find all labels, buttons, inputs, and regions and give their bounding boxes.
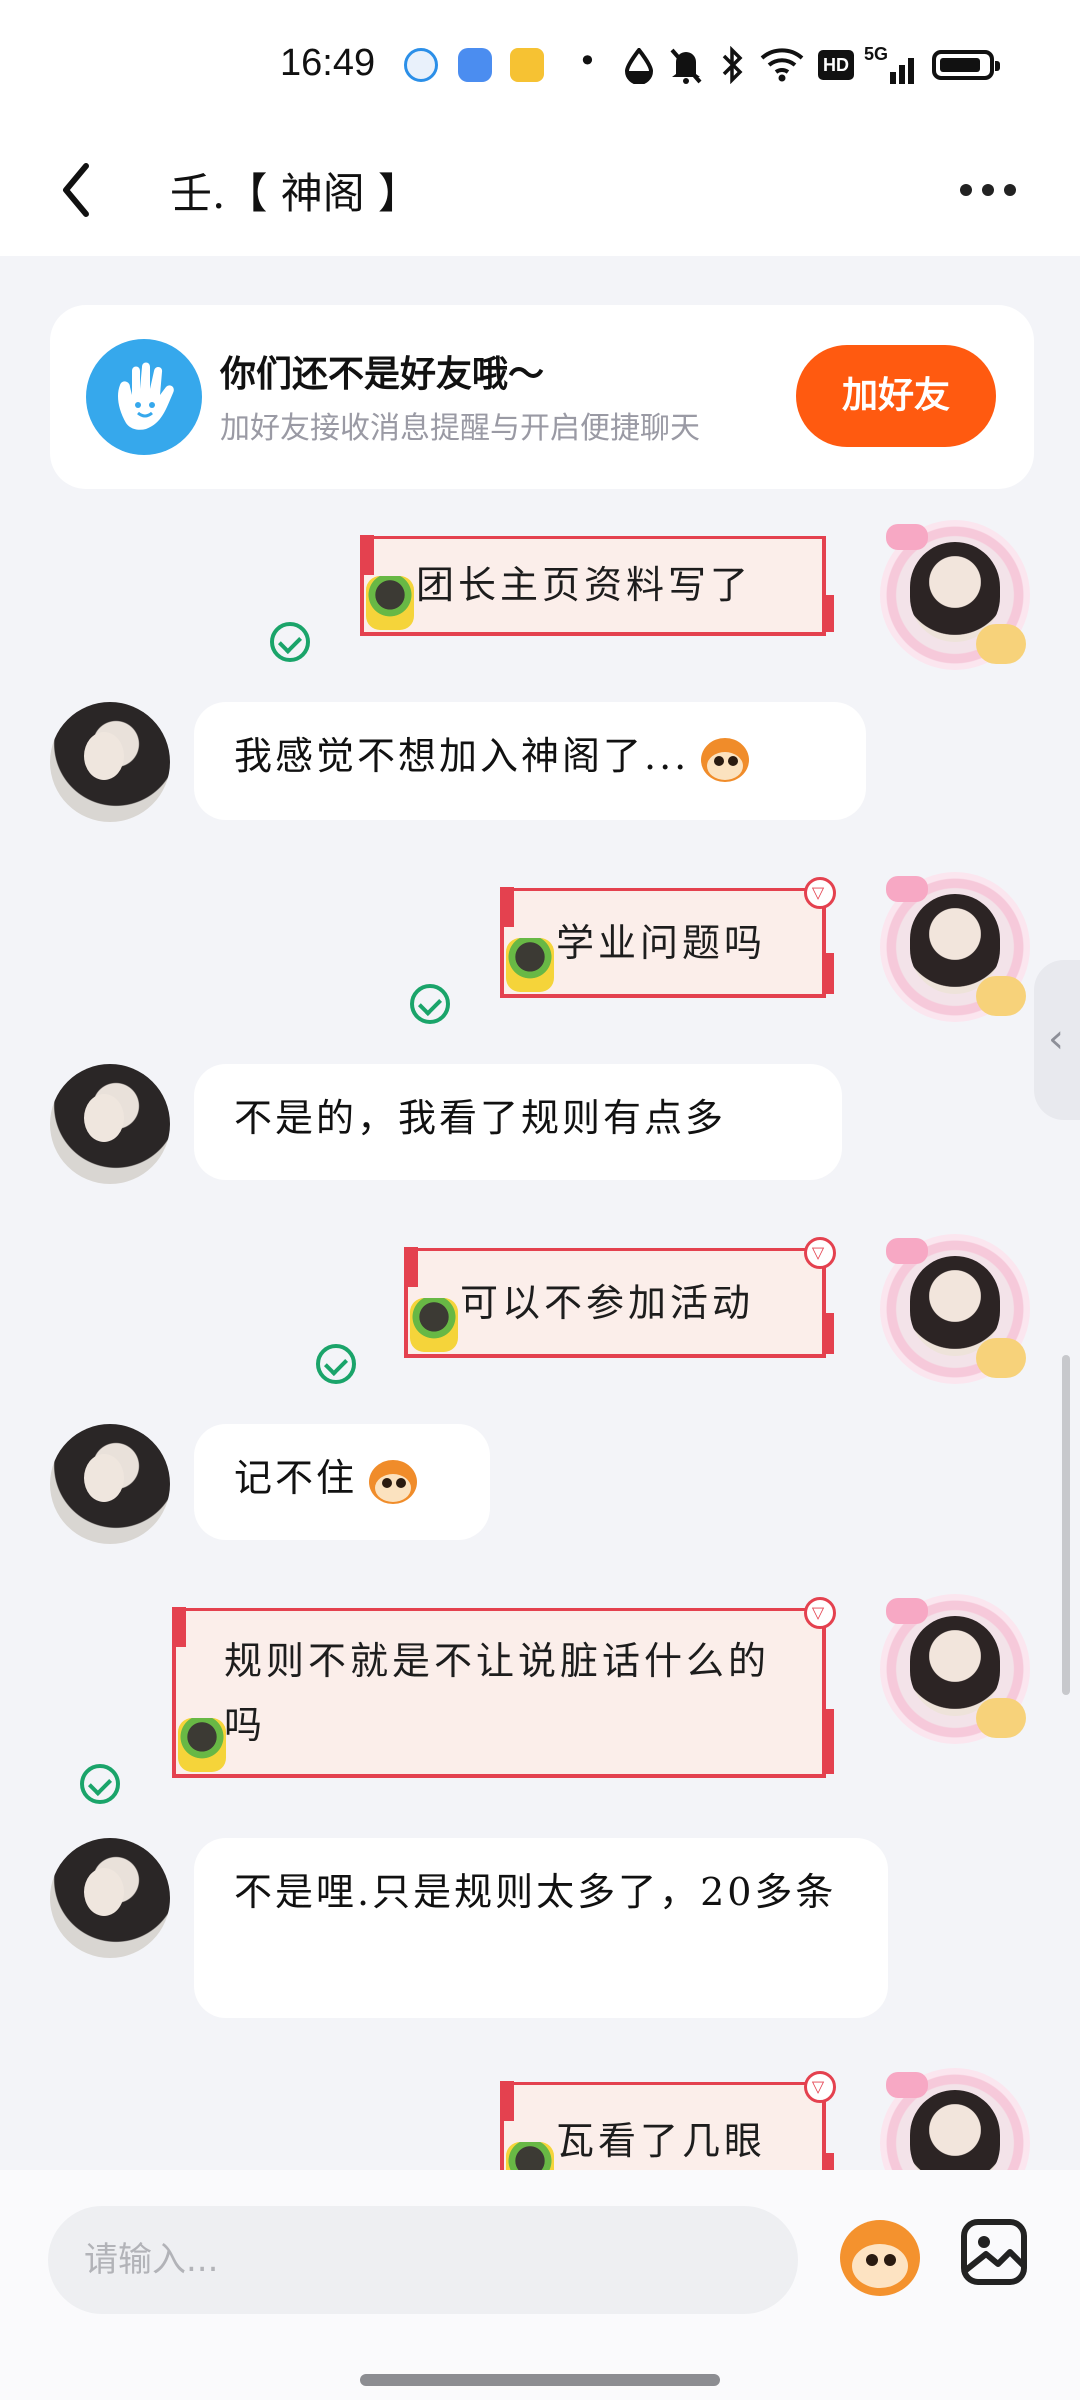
home-indicator[interactable] <box>360 2374 720 2386</box>
my-avatar[interactable] <box>880 1594 1030 1744</box>
contact-avatar[interactable] <box>50 1838 170 1958</box>
message-text: 可以不参加活动 <box>460 1281 755 1325</box>
contact-avatar[interactable] <box>50 702 170 822</box>
my-avatar[interactable] <box>880 872 1030 1022</box>
banner-title: 你们还不是好友哦～ <box>220 354 545 395</box>
my-avatar[interactable] <box>880 1234 1030 1384</box>
read-check-icon <box>410 984 450 1024</box>
contact-message-bubble[interactable]: 不是哩.只是规则太多了，20多条 <box>194 1838 888 2018</box>
message-text: 不是哩.只是规则太多了，20多条 <box>234 1870 837 1914</box>
read-check-icon <box>270 622 310 662</box>
message-text: 规则不就是不让说脏话什么的吗 <box>224 1639 771 1747</box>
my-avatar[interactable] <box>880 520 1030 670</box>
message-text: 记不住 <box>234 1456 358 1500</box>
add-friend-banner: 你们还不是好友哦～ 加好友接收消息提醒与开启便捷聊天 加好友 <box>50 305 1034 489</box>
image-icon <box>961 2219 1027 2285</box>
message-text: 我感觉不想加入神阁了... <box>234 734 690 778</box>
bubble-mascot-icon <box>506 938 554 992</box>
input-bar <box>0 2170 1080 2400</box>
chevron-left-icon: ‹ <box>1048 1016 1064 1062</box>
monkey-emoji-icon <box>695 734 755 786</box>
my-message-bubble[interactable]: 团长主页资料写了 <box>360 535 834 636</box>
contact-avatar[interactable] <box>50 1064 170 1184</box>
read-check-icon <box>80 1764 120 1804</box>
contact-message-bubble[interactable]: 不是的，我看了规则有点多 <box>194 1064 842 1180</box>
my-message-bubble[interactable]: ▽ 规则不就是不让说脏话什么的吗 <box>172 1597 836 1778</box>
read-check-icon <box>316 1344 356 1384</box>
contact-message-bubble[interactable]: 我感觉不想加入神阁了... <box>194 702 866 820</box>
my-message-bubble[interactable]: ▽ 学业问题吗 <box>500 877 836 998</box>
chat-screen: 16:49 • HD 5G 壬.【 神阁 】 团长主页资料写了 我感觉不想加入神… <box>0 0 1080 2400</box>
vip-badge-icon: ▽ <box>804 1237 836 1269</box>
my-message-bubble[interactable]: ▽ 可以不参加活动 <box>404 1237 836 1358</box>
vip-badge-icon: ▽ <box>804 877 836 909</box>
vip-badge-icon: ▽ <box>804 1597 836 1629</box>
vip-badge-icon: ▽ <box>804 2071 836 2103</box>
message-text: 瓦看了几眼 <box>556 2119 767 2163</box>
side-drawer-handle[interactable]: ‹ <box>1034 960 1080 1120</box>
wave-hand-icon <box>86 339 202 455</box>
add-friend-button[interactable]: 加好友 <box>796 345 996 447</box>
message-input[interactable] <box>48 2206 798 2314</box>
scrollbar[interactable] <box>1062 1355 1070 1695</box>
monkey-emoji-icon <box>363 1456 423 1508</box>
banner-subtitle: 加好友接收消息提醒与开启便捷聊天 <box>220 411 700 446</box>
message-text: 不是的，我看了规则有点多 <box>234 1096 727 1140</box>
contact-message-bubble[interactable]: 记不住 <box>194 1424 490 1540</box>
bubble-mascot-icon <box>366 576 414 630</box>
contact-avatar[interactable] <box>50 1424 170 1544</box>
bubble-mascot-icon <box>178 1718 226 1772</box>
bubble-mascot-icon <box>410 1298 458 1352</box>
emoji-mascot-button[interactable] <box>834 2214 926 2306</box>
image-button[interactable] <box>958 2216 1030 2288</box>
message-text: 团长主页资料写了 <box>416 563 753 607</box>
message-text: 学业问题吗 <box>556 921 767 965</box>
